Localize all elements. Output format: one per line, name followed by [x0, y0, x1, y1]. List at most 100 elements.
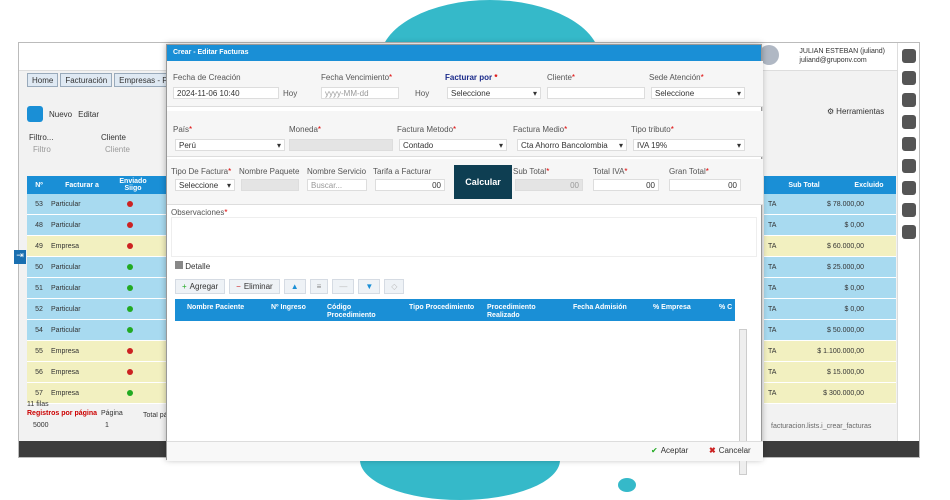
hoy-button-1[interactable]: Hoy — [283, 89, 297, 98]
paquete-input[interactable] — [241, 179, 299, 191]
dcol-fecha[interactable]: Fecha Admisión — [573, 304, 627, 312]
refresh-icon[interactable] — [27, 106, 43, 122]
cancel-button[interactable]: ✖ Cancelar — [709, 446, 751, 455]
fecha-creacion-input[interactable]: 2024-11-06 10:40 — [173, 87, 279, 99]
move-down-button[interactable]: ▼ — [358, 279, 381, 294]
close-window-icon[interactable] — [901, 181, 916, 195]
tab-home[interactable]: Home — [27, 73, 59, 87]
facturar-por-select[interactable]: Seleccione — [447, 87, 541, 99]
dcol-ingreso[interactable]: Nº Ingreso — [271, 304, 306, 312]
accept-button[interactable]: ✔ Aceptar — [651, 446, 688, 455]
table-row[interactable]: TA $ 60.000,00 — [764, 236, 896, 257]
col-subtotal[interactable]: Sub Total — [764, 182, 844, 189]
filter-input[interactable]: Filtro — [33, 145, 51, 154]
calculate-button[interactable]: Calcular — [454, 165, 512, 199]
row-subtotal: $ 300.000,00 — [823, 389, 864, 397]
table-row[interactable]: TA $ 0,00 — [764, 215, 896, 236]
stack-button[interactable]: ≡ — [309, 279, 329, 294]
table-row[interactable]: 50 Particular — [27, 257, 169, 278]
metodo-select[interactable]: Contado — [399, 139, 507, 151]
table-row[interactable]: TA $ 78.000,00 — [764, 194, 896, 215]
gran-total-input[interactable]: 00 — [669, 179, 741, 191]
table-row[interactable]: TA $ 50.000,00 — [764, 320, 896, 341]
table-row[interactable]: 53 Particular — [27, 194, 169, 215]
add-button[interactable]: + Agregar — [175, 279, 226, 294]
servicio-input[interactable]: Buscar... — [307, 179, 367, 191]
per-page-input[interactable]: 5000 — [33, 422, 49, 429]
table-row[interactable]: 49 Empresa — [27, 236, 169, 257]
table-row[interactable]: 48 Particular — [27, 215, 169, 236]
medio-select[interactable]: Cta Ahorro Bancolombia — [517, 139, 627, 151]
moneda-input[interactable] — [289, 139, 393, 151]
print-icon[interactable] — [901, 71, 916, 85]
dcol-tipo[interactable]: Tipo Procedimiento — [409, 304, 474, 312]
table-row[interactable]: 55 Empresa — [27, 341, 169, 362]
row-prefix: TA — [768, 242, 777, 250]
row-num: 52 — [35, 305, 43, 313]
table-row[interactable]: TA $ 25.000,00 — [764, 257, 896, 278]
iva-input[interactable]: 00 — [593, 179, 659, 191]
dcol-c[interactable]: % C — [719, 304, 732, 312]
delete-button[interactable]: − Eliminar — [229, 279, 280, 294]
table-row[interactable]: 52 Particular — [27, 299, 169, 320]
metodo-label: Factura Metodo* — [397, 125, 457, 134]
status-dot-icon — [127, 369, 133, 375]
status-dot-icon — [127, 306, 133, 312]
table-row[interactable]: 56 Empresa — [27, 362, 169, 383]
invoice-grid-left: Nº Facturar a Enviado Siigo 53 Particular… — [27, 176, 169, 404]
row-type: Empresa — [51, 389, 80, 397]
status-dot-icon — [127, 222, 133, 228]
col-enviado[interactable]: Enviado Siigo — [113, 178, 153, 192]
table-row[interactable]: TA $ 0,00 — [764, 299, 896, 320]
blank-button[interactable]: — — [332, 279, 355, 294]
list-icon[interactable] — [901, 115, 916, 129]
tab-detalle[interactable]: Detalle — [175, 261, 210, 271]
fecha-venc-input[interactable]: yyyy-MM-dd — [321, 87, 399, 99]
person-icon[interactable] — [901, 203, 916, 217]
pais-select[interactable]: Perú — [175, 139, 285, 151]
tipo-factura-select[interactable]: Seleccione — [175, 179, 235, 191]
move-up-button[interactable]: ▲ — [283, 279, 306, 294]
dcol-paciente[interactable]: Nombre Paciente — [187, 304, 244, 312]
client-input[interactable]: Cliente — [105, 145, 130, 154]
dcol-realizado[interactable]: Procedimiento Realizado — [487, 304, 551, 320]
edit-button[interactable]: Editar — [78, 110, 99, 119]
gran-total-label: Gran Total* — [669, 167, 709, 176]
cliente-input[interactable] — [547, 87, 645, 99]
table-row[interactable]: TA $ 1.100.000,00 — [764, 341, 896, 362]
tributo-select[interactable]: IVA 19% — [633, 139, 745, 151]
sede-select[interactable]: Seleccione — [651, 87, 745, 99]
dcol-empresa[interactable]: % Empresa — [653, 304, 691, 312]
table-row[interactable]: 54 Particular — [27, 320, 169, 341]
col-num[interactable]: Nº — [27, 182, 51, 189]
power-icon[interactable] — [901, 225, 916, 239]
observaciones-textarea[interactable] — [171, 217, 757, 257]
facturar-por-label: Facturar por * — [445, 73, 498, 82]
hoy-button-2[interactable]: Hoy — [415, 89, 429, 98]
invoice-dialog: Crear - Editar Facturas Fecha de Creació… — [166, 44, 763, 475]
sidebar-toggle-icon[interactable]: ⇥ — [14, 250, 26, 264]
row-prefix: TA — [768, 284, 777, 292]
user-card-icon[interactable] — [901, 137, 916, 151]
new-button[interactable]: Nuevo — [49, 110, 72, 119]
wrench-icon[interactable] — [901, 159, 916, 173]
user-info[interactable]: JULIAN ESTEBAN (juliand) juliand@gruponv… — [799, 47, 885, 65]
target-button[interactable]: ◇ — [384, 279, 405, 294]
medio-label: Factura Medio* — [513, 125, 568, 134]
tools-button[interactable]: ⚙ Herramientas — [827, 107, 884, 116]
table-row[interactable]: 51 Particular — [27, 278, 169, 299]
dcol-codigo[interactable]: Código Procedimiento — [327, 304, 387, 320]
tarifa-input[interactable]: 00 — [375, 179, 445, 191]
table-row[interactable]: TA $ 300.000,00 — [764, 383, 896, 404]
col-excluido[interactable]: Excluido — [844, 182, 894, 189]
table-row[interactable]: TA $ 15.000,00 — [764, 362, 896, 383]
calculator-icon[interactable] — [901, 49, 916, 63]
subtotal-input[interactable]: 00 — [515, 179, 583, 191]
tab-empresas[interactable]: Empresas - F — [114, 73, 173, 87]
tab-facturacion[interactable]: Facturación — [60, 73, 113, 87]
col-facturar[interactable]: Facturar a — [51, 182, 113, 189]
background-blob-small — [618, 478, 636, 492]
page-input[interactable]: 1 — [105, 422, 109, 429]
help-icon[interactable] — [901, 93, 916, 107]
table-row[interactable]: TA $ 0,00 — [764, 278, 896, 299]
